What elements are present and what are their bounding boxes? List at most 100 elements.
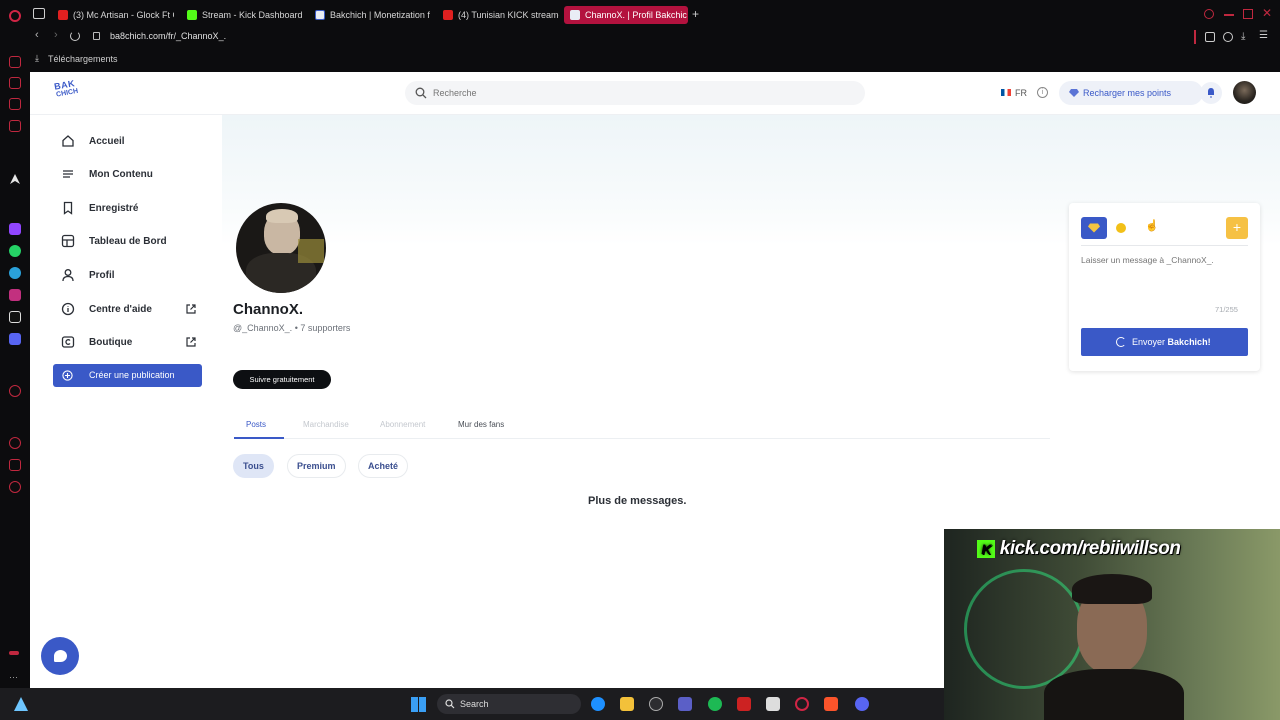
- aria-icon[interactable]: [9, 172, 21, 184]
- send-bakchich-button[interactable]: Envoyer Bakchich!: [1081, 328, 1248, 356]
- diamond-icon: [1088, 223, 1100, 233]
- more-icon[interactable]: ···: [9, 673, 21, 685]
- tab-5-active[interactable]: ChannoX. | Profil Bakchic: [564, 6, 688, 24]
- bakchich-logo[interactable]: BAK CHICH: [53, 78, 86, 105]
- search-input[interactable]: [433, 85, 833, 101]
- add-amount-button[interactable]: +: [1226, 217, 1248, 239]
- sidebar-item-accueil[interactable]: Accueil: [61, 131, 125, 151]
- settings-icon[interactable]: [9, 481, 21, 493]
- extensions-icon[interactable]: [9, 459, 21, 471]
- whatsapp-icon[interactable]: [9, 245, 21, 257]
- coin-currency-option[interactable]: [1116, 223, 1126, 233]
- tiktok-icon[interactable]: [9, 311, 21, 323]
- url-field[interactable]: ba8chich.com/fr/_ChannoX_.: [110, 31, 226, 41]
- tab-label: Bakchich | Monetization f: [330, 10, 430, 20]
- supporters-count: • 7 supporters: [294, 323, 351, 333]
- discord-icon[interactable]: [9, 333, 21, 345]
- brave-icon[interactable]: [824, 697, 838, 711]
- app-icon[interactable]: [766, 697, 780, 711]
- kick-icon: [187, 10, 197, 20]
- sidebar-item-label: Profil: [89, 269, 115, 281]
- info-icon[interactable]: i: [1037, 87, 1048, 98]
- external-link-icon[interactable]: [185, 303, 197, 315]
- tab-1[interactable]: (3) Mc Artisan - Glock Ft G: [52, 6, 174, 24]
- user-avatar[interactable]: [1233, 81, 1256, 104]
- download-icon[interactable]: ⤓: [1241, 31, 1245, 42]
- discord-icon[interactable]: [855, 697, 869, 711]
- tab-mur-des-fans[interactable]: Mur des fans: [458, 420, 504, 429]
- tab-abonnement[interactable]: Abonnement: [380, 420, 425, 429]
- spotify-icon[interactable]: [708, 697, 722, 711]
- sidebar-item-enregistre[interactable]: Enregistré: [61, 198, 138, 218]
- create-post-button[interactable]: Créer une publication: [53, 364, 202, 387]
- sidebar-item-label: Boutique: [89, 336, 133, 348]
- teams-icon[interactable]: [678, 697, 692, 711]
- tab-posts[interactable]: Posts: [246, 420, 266, 429]
- search-tabs-icon[interactable]: [1204, 9, 1214, 19]
- search-icon: [445, 699, 455, 709]
- recharge-points-button[interactable]: Recharger mes points: [1059, 81, 1203, 105]
- new-tab-button[interactable]: +: [692, 7, 699, 21]
- tab-marchandise[interactable]: Marchandise: [303, 420, 349, 429]
- flow-icon[interactable]: [9, 77, 21, 89]
- bookmarks-bar: ⤓ Téléchargements: [30, 50, 1280, 68]
- sidebar-item-mon-contenu[interactable]: Mon Contenu: [61, 164, 153, 184]
- home-icon[interactable]: [9, 56, 21, 68]
- reload-icon[interactable]: [70, 31, 80, 41]
- player-icon[interactable]: [9, 98, 21, 110]
- filter-achete[interactable]: Acheté: [358, 454, 409, 478]
- empty-posts-message: Plus de messages.: [588, 495, 687, 507]
- windows-start-icon[interactable]: [411, 697, 426, 712]
- telegram-icon[interactable]: [9, 267, 21, 279]
- account-icon[interactable]: [1223, 32, 1233, 42]
- sidebar-item-profil[interactable]: Profil: [61, 265, 115, 285]
- edge-icon[interactable]: [591, 697, 605, 711]
- extensions-icon[interactable]: [1205, 32, 1215, 42]
- forward-icon[interactable]: ›: [54, 29, 58, 41]
- lock-icon: [93, 32, 100, 40]
- maximize-icon[interactable]: [1243, 9, 1253, 19]
- mail-icon[interactable]: [9, 120, 21, 132]
- tab-menu-icon[interactable]: [33, 8, 45, 19]
- filter-premium[interactable]: Premium: [287, 454, 346, 478]
- external-link-icon[interactable]: [185, 336, 197, 348]
- opera-logo-icon[interactable]: [9, 10, 21, 22]
- dashboard-icon: [61, 234, 75, 248]
- back-icon[interactable]: ‹: [35, 29, 39, 41]
- cursor-icon: ☝: [1145, 220, 1159, 232]
- profile-meta: @_ChannoX_. • 7 supporters: [233, 323, 350, 333]
- tab-2[interactable]: Stream - Kick Dashboard: [181, 6, 303, 24]
- tab-4[interactable]: (4) Tunisian KICK streame: [437, 6, 559, 24]
- file-explorer-icon[interactable]: [620, 697, 634, 711]
- filter-tous[interactable]: Tous: [233, 454, 274, 478]
- tip-message-input[interactable]: [1081, 255, 1248, 295]
- opera-gx-icon[interactable]: [795, 697, 809, 711]
- char-counter: 71/255: [1215, 305, 1238, 314]
- taskbar-search[interactable]: Search: [437, 694, 581, 714]
- obs-icon[interactable]: [649, 697, 663, 711]
- sidebar-item-label: Centre d'aide: [89, 303, 152, 315]
- sidebar-item-centre-aide[interactable]: Centre d'aide: [61, 299, 152, 319]
- tab-3[interactable]: Bakchich | Monetization f: [309, 6, 431, 24]
- easy-setup-icon[interactable]: ☰: [1259, 30, 1268, 41]
- chat-support-button[interactable]: [41, 637, 79, 675]
- bookmark-downloads[interactable]: Téléchargements: [48, 54, 118, 64]
- bookmark-icon: [63, 201, 73, 215]
- search-bar[interactable]: [405, 81, 865, 105]
- twitch-icon[interactable]: [9, 223, 21, 235]
- language-selector[interactable]: FR: [1015, 88, 1027, 98]
- follow-free-button[interactable]: Suivre gratuitement: [233, 370, 331, 389]
- profile-avatar[interactable]: [236, 203, 326, 293]
- sidebar-item-tableau-de-bord[interactable]: Tableau de Bord: [61, 231, 167, 251]
- avatar-background: [298, 239, 324, 263]
- shop-icon: [61, 336, 75, 348]
- history-icon[interactable]: [9, 385, 21, 397]
- diamond-currency-option[interactable]: [1081, 217, 1107, 239]
- sidebar-item-boutique[interactable]: Boutique: [61, 332, 132, 352]
- clock-icon[interactable]: [9, 437, 21, 449]
- notification-button[interactable]: [1200, 82, 1222, 104]
- instagram-icon[interactable]: [9, 289, 21, 301]
- minimize-icon[interactable]: [1224, 14, 1234, 16]
- close-icon[interactable]: ✕: [1262, 6, 1272, 20]
- voicemod-icon[interactable]: [737, 697, 751, 711]
